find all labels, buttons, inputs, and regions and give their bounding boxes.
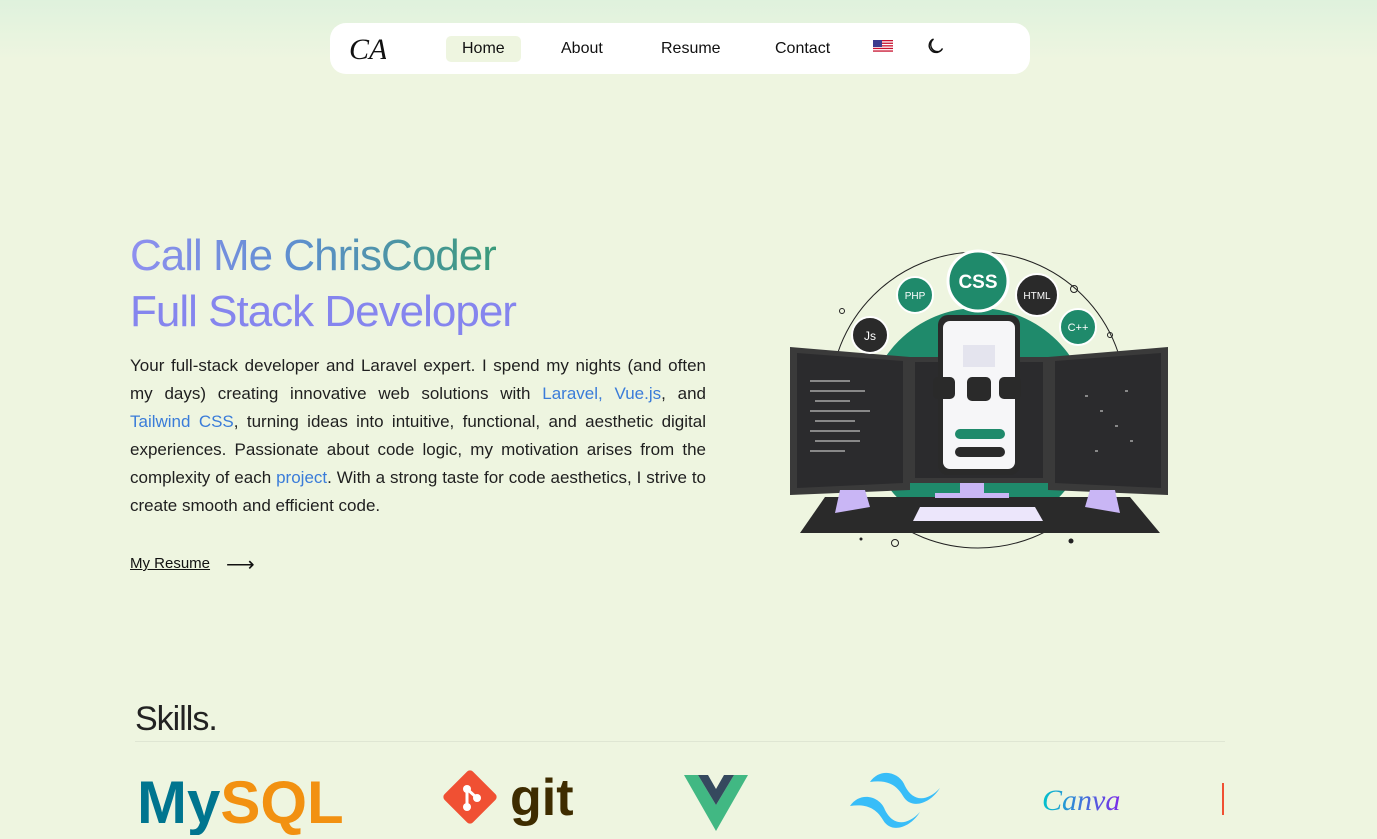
hero-text-part: , and [661,384,707,403]
hero-title: Call Me ChrisCoder Full Stack Developer [130,228,517,340]
git-logo: git [443,769,574,827]
hero-description: Your full-stack developer and Laravel ex… [130,352,706,520]
skills-divider [135,741,1225,742]
mysql-logo-text: MySQL [137,769,344,835]
next-logo-edge [1222,783,1224,815]
project-link[interactable]: project [276,468,327,487]
nav-resume[interactable]: Resume [645,36,737,62]
arrow-right-icon[interactable]: ⟶ [226,552,255,577]
badge-js: Js [864,329,876,343]
moon-icon[interactable] [926,36,946,56]
nav-contact[interactable]: Contact [759,36,846,62]
my-resume-link[interactable]: My Resume [130,555,210,572]
navbar: CA Home About Resume Contact [330,23,1030,74]
hero-title-line1: Call Me ChrisCoder [130,231,497,280]
git-logo-text: git [510,769,574,827]
badge-css: CSS [958,272,997,293]
canva-logo-text: Canva [1042,784,1120,817]
logo[interactable]: CA [346,31,386,67]
nav-home[interactable]: Home [446,36,521,62]
mysql-logo: MySQL [137,769,344,835]
vue-logo [684,775,748,831]
us-flag-icon[interactable] [873,40,893,53]
badge-html: HTML [1023,291,1051,302]
canva-logo: Canva [1042,784,1120,817]
developer-illustration: CSS PHP HTML Js C++ [790,249,1168,549]
laravel-vue-link[interactable]: Laravel, Vue.js [542,384,661,403]
logo-text: CA [349,33,386,66]
tailwind-logo [850,772,940,828]
skills-title: Skills. [135,700,218,738]
badge-php: PHP [905,291,926,302]
tailwind-link[interactable]: Tailwind CSS [130,412,234,431]
badge-cpp: C++ [1068,322,1089,334]
nav-about[interactable]: About [545,36,619,62]
hero-title-line2: Full Stack Developer [130,287,517,336]
